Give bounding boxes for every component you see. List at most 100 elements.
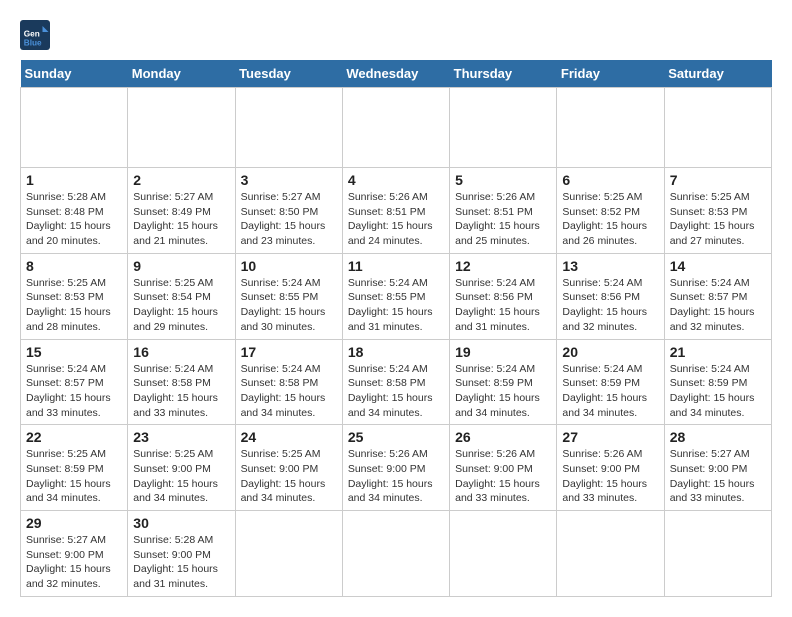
calendar-cell <box>342 511 449 597</box>
day-number: 13 <box>562 258 658 274</box>
week-row-3: 15Sunrise: 5:24 AMSunset: 8:57 PMDayligh… <box>21 339 772 425</box>
day-number: 29 <box>26 515 122 531</box>
day-number: 21 <box>670 344 766 360</box>
page-header: Gen Blue <box>20 20 772 50</box>
day-number: 28 <box>670 429 766 445</box>
calendar-cell: 1 Sunrise: 5:28 AMSunset: 8:48 PMDaylight… <box>21 168 128 254</box>
calendar-header-row: SundayMondayTuesdayWednesdayThursdayFrid… <box>21 60 772 88</box>
logo-icon: Gen Blue <box>20 20 50 50</box>
day-info: Sunrise: 5:26 AMSunset: 9:00 PMDaylight:… <box>562 447 658 506</box>
calendar-cell <box>557 511 664 597</box>
day-number: 25 <box>348 429 444 445</box>
calendar-cell: 17 Sunrise: 5:24 AMSunset: 8:58 PMDayligh… <box>235 339 342 425</box>
day-number: 18 <box>348 344 444 360</box>
day-number: 10 <box>241 258 337 274</box>
day-info: Sunrise: 5:24 AMSunset: 8:58 PMDaylight:… <box>241 362 337 421</box>
day-number: 1 <box>26 172 122 188</box>
calendar-cell: 24Sunrise: 5:25 AMSunset: 9:00 PMDayligh… <box>235 425 342 511</box>
calendar-table: SundayMondayTuesdayWednesdayThursdayFrid… <box>20 60 772 597</box>
day-number: 2 <box>133 172 229 188</box>
day-info: Sunrise: 5:28 AMSunset: 8:48 PMDaylight:… <box>26 190 122 249</box>
day-info: Sunrise: 5:26 AMSunset: 9:00 PMDaylight:… <box>455 447 551 506</box>
svg-text:Gen: Gen <box>24 30 40 39</box>
day-number: 12 <box>455 258 551 274</box>
day-info: Sunrise: 5:27 AMSunset: 8:50 PMDaylight:… <box>241 190 337 249</box>
calendar-cell: 3 Sunrise: 5:27 AMSunset: 8:50 PMDaylight… <box>235 168 342 254</box>
logo: Gen Blue <box>20 20 54 50</box>
day-number: 30 <box>133 515 229 531</box>
calendar-cell: 30 Sunrise: 5:28 AMSunset: 9:00 PMDayligh… <box>128 511 235 597</box>
week-row-4: 22 Sunrise: 5:25 AMSunset: 8:59 PMDayligh… <box>21 425 772 511</box>
calendar-cell <box>450 511 557 597</box>
day-info: Sunrise: 5:24 AMSunset: 8:56 PMDaylight:… <box>562 276 658 335</box>
day-number: 20 <box>562 344 658 360</box>
day-info: Sunrise: 5:24 AMSunset: 8:59 PMDaylight:… <box>455 362 551 421</box>
calendar-cell: 12 Sunrise: 5:24 AMSunset: 8:56 PMDayligh… <box>450 253 557 339</box>
week-row-1: 1 Sunrise: 5:28 AMSunset: 8:48 PMDaylight… <box>21 168 772 254</box>
day-number: 26 <box>455 429 551 445</box>
week-row-0 <box>21 88 772 168</box>
calendar-cell: 19Sunrise: 5:24 AMSunset: 8:59 PMDayligh… <box>450 339 557 425</box>
calendar-cell: 27 Sunrise: 5:26 AMSunset: 9:00 PMDayligh… <box>557 425 664 511</box>
col-header-sunday: Sunday <box>21 60 128 88</box>
calendar-cell <box>450 88 557 168</box>
calendar-cell: 10 Sunrise: 5:24 AMSunset: 8:55 PMDayligh… <box>235 253 342 339</box>
calendar-cell: 9Sunrise: 5:25 AMSunset: 8:54 PMDaylight… <box>128 253 235 339</box>
day-info: Sunrise: 5:24 AMSunset: 8:55 PMDaylight:… <box>241 276 337 335</box>
day-number: 7 <box>670 172 766 188</box>
week-row-5: 29Sunrise: 5:27 AMSunset: 9:00 PMDayligh… <box>21 511 772 597</box>
day-number: 16 <box>133 344 229 360</box>
calendar-cell: 14Sunrise: 5:24 AMSunset: 8:57 PMDayligh… <box>664 253 771 339</box>
calendar-cell <box>342 88 449 168</box>
day-info: Sunrise: 5:24 AMSunset: 8:58 PMDaylight:… <box>133 362 229 421</box>
calendar-cell <box>235 511 342 597</box>
calendar-cell: 29Sunrise: 5:27 AMSunset: 9:00 PMDayligh… <box>21 511 128 597</box>
calendar-cell: 5 Sunrise: 5:26 AMSunset: 8:51 PMDaylight… <box>450 168 557 254</box>
calendar-cell: 2 Sunrise: 5:27 AMSunset: 8:49 PMDaylight… <box>128 168 235 254</box>
day-info: Sunrise: 5:25 AMSunset: 8:54 PMDaylight:… <box>133 276 229 335</box>
col-header-wednesday: Wednesday <box>342 60 449 88</box>
day-info: Sunrise: 5:24 AMSunset: 8:56 PMDaylight:… <box>455 276 551 335</box>
svg-text:Blue: Blue <box>24 39 42 48</box>
calendar-cell <box>128 88 235 168</box>
day-info: Sunrise: 5:25 AMSunset: 8:59 PMDaylight:… <box>26 447 122 506</box>
day-number: 24 <box>241 429 337 445</box>
day-info: Sunrise: 5:25 AMSunset: 8:53 PMDaylight:… <box>26 276 122 335</box>
day-info: Sunrise: 5:24 AMSunset: 8:57 PMDaylight:… <box>26 362 122 421</box>
calendar-cell <box>235 88 342 168</box>
col-header-thursday: Thursday <box>450 60 557 88</box>
day-number: 3 <box>241 172 337 188</box>
day-number: 14 <box>670 258 766 274</box>
day-number: 11 <box>348 258 444 274</box>
day-number: 27 <box>562 429 658 445</box>
week-row-2: 8 Sunrise: 5:25 AMSunset: 8:53 PMDaylight… <box>21 253 772 339</box>
calendar-cell <box>664 511 771 597</box>
calendar-cell: 23 Sunrise: 5:25 AMSunset: 9:00 PMDayligh… <box>128 425 235 511</box>
day-info: Sunrise: 5:24 AMSunset: 8:58 PMDaylight:… <box>348 362 444 421</box>
day-info: Sunrise: 5:26 AMSunset: 8:51 PMDaylight:… <box>455 190 551 249</box>
day-number: 22 <box>26 429 122 445</box>
day-number: 23 <box>133 429 229 445</box>
day-number: 6 <box>562 172 658 188</box>
day-info: Sunrise: 5:25 AMSunset: 8:53 PMDaylight:… <box>670 190 766 249</box>
day-info: Sunrise: 5:28 AMSunset: 9:00 PMDaylight:… <box>133 533 229 592</box>
col-header-saturday: Saturday <box>664 60 771 88</box>
col-header-friday: Friday <box>557 60 664 88</box>
calendar-cell <box>21 88 128 168</box>
day-info: Sunrise: 5:27 AMSunset: 8:49 PMDaylight:… <box>133 190 229 249</box>
calendar-cell: 16 Sunrise: 5:24 AMSunset: 8:58 PMDayligh… <box>128 339 235 425</box>
calendar-cell: 8 Sunrise: 5:25 AMSunset: 8:53 PMDaylight… <box>21 253 128 339</box>
day-number: 17 <box>241 344 337 360</box>
calendar-cell: 6 Sunrise: 5:25 AMSunset: 8:52 PMDaylight… <box>557 168 664 254</box>
day-number: 5 <box>455 172 551 188</box>
calendar-cell <box>557 88 664 168</box>
day-info: Sunrise: 5:25 AMSunset: 8:52 PMDaylight:… <box>562 190 658 249</box>
day-info: Sunrise: 5:24 AMSunset: 8:59 PMDaylight:… <box>562 362 658 421</box>
day-info: Sunrise: 5:27 AMSunset: 9:00 PMDaylight:… <box>670 447 766 506</box>
calendar-cell: 11 Sunrise: 5:24 AMSunset: 8:55 PMDayligh… <box>342 253 449 339</box>
calendar-cell: 20 Sunrise: 5:24 AMSunset: 8:59 PMDayligh… <box>557 339 664 425</box>
day-info: Sunrise: 5:24 AMSunset: 8:55 PMDaylight:… <box>348 276 444 335</box>
calendar-cell: 21Sunrise: 5:24 AMSunset: 8:59 PMDayligh… <box>664 339 771 425</box>
day-number: 8 <box>26 258 122 274</box>
day-info: Sunrise: 5:25 AMSunset: 9:00 PMDaylight:… <box>133 447 229 506</box>
